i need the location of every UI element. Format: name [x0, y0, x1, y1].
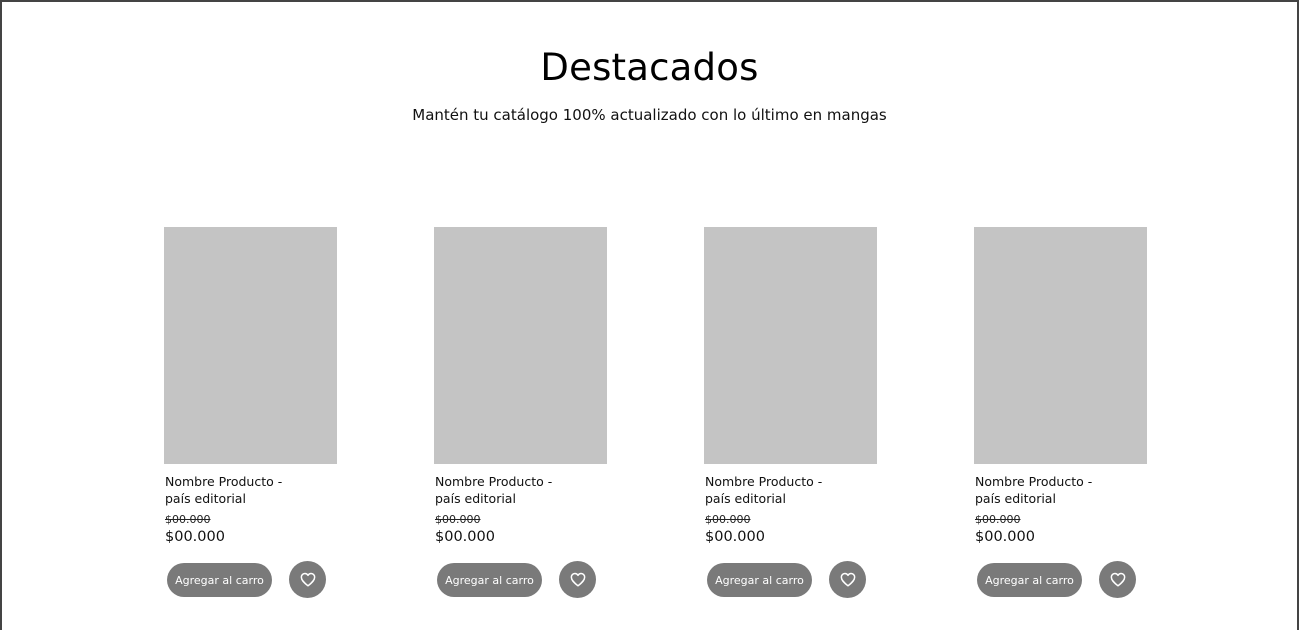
product-grid: Nombre Producto - país editorial $00.000…: [164, 227, 1154, 607]
product-name-line: país editorial: [435, 491, 516, 506]
product-name[interactable]: Nombre Producto - país editorial: [165, 473, 340, 507]
product-old-price: $00.000: [975, 513, 1021, 526]
section-title: Destacados: [540, 46, 759, 89]
product-name-line: Nombre Producto -: [975, 474, 1093, 489]
section-subtitle: Mantén tu catálogo 100% actualizado con …: [412, 106, 887, 124]
product-price: $00.000: [165, 529, 225, 545]
add-to-cart-button[interactable]: Agregar al carro: [977, 563, 1082, 597]
product-card[interactable]: Nombre Producto - país editorial $00.000…: [974, 227, 1154, 607]
product-name-line: país editorial: [705, 491, 786, 506]
heart-icon: [1110, 572, 1125, 587]
product-card[interactable]: Nombre Producto - país editorial $00.000…: [434, 227, 614, 607]
product-old-price: $00.000: [165, 513, 211, 526]
favorite-button[interactable]: [289, 561, 326, 598]
product-image[interactable]: [974, 227, 1147, 464]
favorite-button[interactable]: [829, 561, 866, 598]
product-name-line: Nombre Producto -: [165, 474, 283, 489]
product-name-line: Nombre Producto -: [705, 474, 823, 489]
add-to-cart-button[interactable]: Agregar al carro: [707, 563, 812, 597]
heart-icon: [570, 572, 585, 587]
favorite-button[interactable]: [1099, 561, 1136, 598]
product-name[interactable]: Nombre Producto - país editorial: [435, 473, 610, 507]
product-old-price: $00.000: [435, 513, 481, 526]
product-price: $00.000: [435, 529, 495, 545]
add-to-cart-button[interactable]: Agregar al carro: [167, 563, 272, 597]
product-card[interactable]: Nombre Producto - país editorial $00.000…: [164, 227, 344, 607]
product-name-line: país editorial: [165, 491, 246, 506]
product-image[interactable]: [434, 227, 607, 464]
heart-icon: [300, 572, 315, 587]
heart-icon: [840, 572, 855, 587]
product-image[interactable]: [164, 227, 337, 464]
add-to-cart-button[interactable]: Agregar al carro: [437, 563, 542, 597]
product-card[interactable]: Nombre Producto - país editorial $00.000…: [704, 227, 884, 607]
product-name-line: Nombre Producto -: [435, 474, 553, 489]
product-old-price: $00.000: [705, 513, 751, 526]
favorite-button[interactable]: [559, 561, 596, 598]
product-name[interactable]: Nombre Producto - país editorial: [705, 473, 880, 507]
product-price: $00.000: [705, 529, 765, 545]
product-name[interactable]: Nombre Producto - país editorial: [975, 473, 1150, 507]
product-image[interactable]: [704, 227, 877, 464]
page-frame: Destacados Mantén tu catálogo 100% actua…: [0, 0, 1299, 630]
product-price: $00.000: [975, 529, 1035, 545]
product-name-line: país editorial: [975, 491, 1056, 506]
